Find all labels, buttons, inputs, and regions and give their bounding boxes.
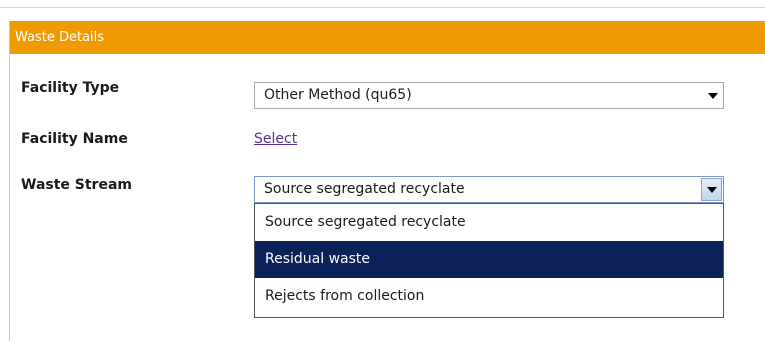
dropdown-option-source-segregated-recyclate[interactable]: Source segregated recyclate — [255, 204, 723, 241]
dropdown-toggle-button[interactable] — [701, 178, 722, 201]
dropdown-option-residual-waste[interactable]: Residual waste — [255, 241, 723, 278]
panel-header: Waste Details — [10, 21, 765, 54]
chevron-down-icon — [708, 93, 718, 99]
chevron-down-icon — [707, 187, 717, 193]
facility-type-label: Facility Type — [21, 80, 120, 96]
facility-type-select[interactable]: Other Method (qu65) — [254, 82, 724, 109]
dropdown-option-rejects-from-collection[interactable]: Rejects from collection — [255, 278, 723, 315]
waste-stream-dropdown-list: Source segregated recyclate Residual was… — [254, 203, 724, 318]
waste-stream-value: Source segregated recyclate — [264, 181, 465, 197]
top-divider — [0, 7, 765, 8]
facility-type-value: Other Method (qu65) — [264, 87, 412, 103]
waste-stream-label: Waste Stream — [21, 177, 132, 193]
facility-name-label: Facility Name — [21, 131, 128, 147]
waste-stream-select[interactable]: Source segregated recyclate — [254, 176, 724, 203]
facility-name-select-link[interactable]: Select — [254, 131, 297, 147]
